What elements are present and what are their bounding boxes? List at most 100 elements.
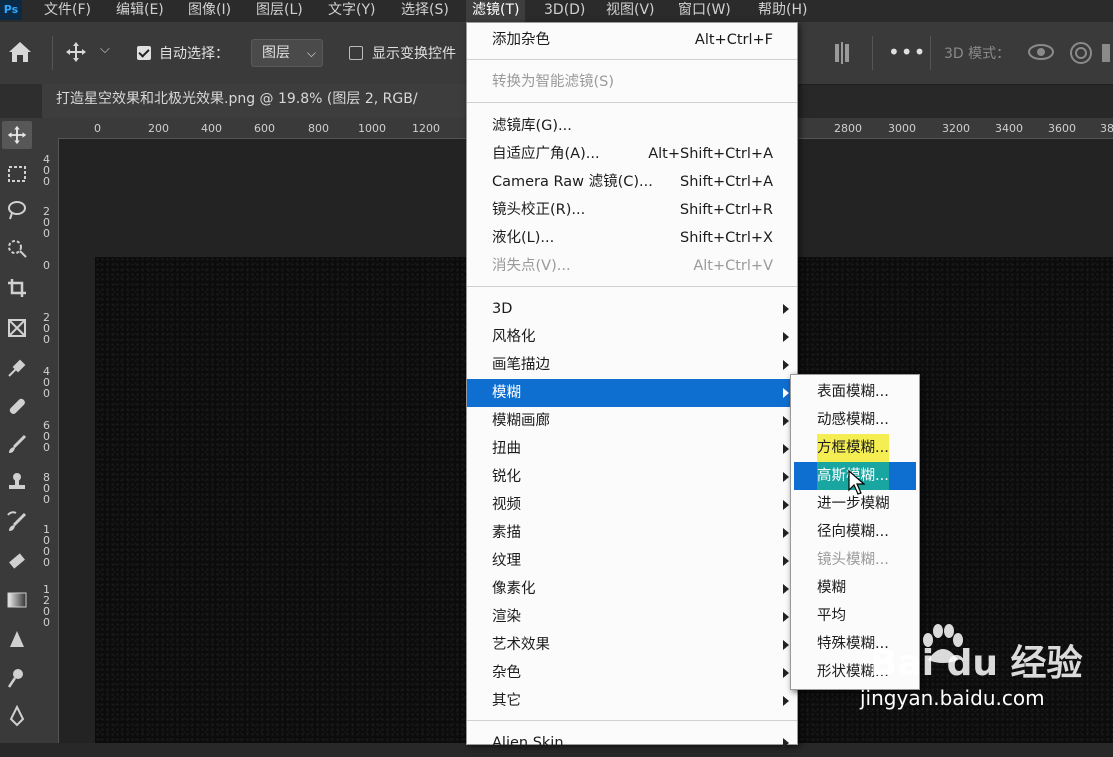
crop-tool-icon[interactable] xyxy=(2,274,32,302)
blur-tool-icon[interactable] xyxy=(2,626,32,654)
brush-tool-icon[interactable] xyxy=(2,430,32,458)
submenu-arrow-icon xyxy=(783,388,789,398)
menu-item-video[interactable]: 视频 xyxy=(467,491,797,519)
healing-brush-tool-icon[interactable] xyxy=(2,392,32,420)
menu-item-label: 模糊画廊 xyxy=(492,413,550,429)
clone-stamp-tool-icon[interactable] xyxy=(2,468,32,496)
menu-item-label: 像素化 xyxy=(492,581,536,597)
dodge-tool-icon[interactable] xyxy=(2,664,32,692)
ruler-tick: 2800 xyxy=(834,122,862,135)
menu-item-shortcut: Shift+Ctrl+A xyxy=(680,174,773,190)
submenu-arrow-icon xyxy=(783,528,789,538)
menu-bar: Ps 文件(F) 编辑(E) 图像(I) 图层(L) 文字(Y) 选择(S) 滤… xyxy=(0,0,1113,22)
ruler-tick: 3600 xyxy=(1048,122,1076,135)
submenu-arrow-icon xyxy=(783,444,789,454)
ruler-tick: 800 xyxy=(308,122,329,135)
chevron-down-icon[interactable]: ⌵ xyxy=(100,42,110,57)
ruler-tick: 3400 xyxy=(995,122,1023,135)
menu-item-label: 添加杂色 xyxy=(492,32,550,48)
menu-item-label: 动感模糊... xyxy=(817,412,889,428)
eraser-tool-icon[interactable] xyxy=(2,548,32,576)
menu-3d[interactable]: 3D(D) xyxy=(538,0,591,22)
move-tool-icon[interactable] xyxy=(64,40,88,68)
menu-separator xyxy=(467,286,797,287)
menu-item-stylize[interactable]: 风格化 xyxy=(467,323,797,351)
submenu-item-box-blur[interactable]: 方框模糊... xyxy=(791,434,919,462)
document-tab[interactable]: 打造星空效果和北极光效果.png @ 19.8% (图层 2, RGB/ xyxy=(42,84,480,118)
orbit-3d-icon[interactable] xyxy=(1026,40,1056,68)
menu-item-distort[interactable]: 扭曲 xyxy=(467,435,797,463)
submenu-item-radial-blur[interactable]: 径向模糊... xyxy=(791,518,919,546)
history-brush-tool-icon[interactable] xyxy=(2,508,32,536)
menu-type[interactable]: 文字(Y) xyxy=(322,0,381,22)
menu-file[interactable]: 文件(F) xyxy=(38,0,97,22)
menu-help[interactable]: 帮助(H) xyxy=(752,0,813,22)
menu-item-adaptive-wide-angle[interactable]: 自适应广角(A)... Alt+Shift+Ctrl+A xyxy=(467,140,797,168)
menu-item-lens-correction[interactable]: 镜头校正(R)... Shift+Ctrl+R xyxy=(467,196,797,224)
menu-item-other[interactable]: 其它 xyxy=(467,687,797,715)
menu-item-label: 方框模糊... xyxy=(817,434,889,462)
ruler-tick: 200 xyxy=(148,122,169,135)
lasso-tool-icon[interactable] xyxy=(2,196,32,224)
menu-item-label: 艺术效果 xyxy=(492,637,550,653)
menu-item-texture[interactable]: 纹理 xyxy=(467,547,797,575)
menu-item-label: 风格化 xyxy=(492,329,536,345)
submenu-item-surface-blur[interactable]: 表面模糊... xyxy=(791,378,919,406)
vertical-ruler: 4 0 0 2 0 0 0 2 0 0 4 0 0 6 0 0 8 0 0 1 … xyxy=(38,138,59,743)
menu-item-artistic[interactable]: 艺术效果 xyxy=(467,631,797,659)
menu-window[interactable]: 窗口(W) xyxy=(672,0,737,22)
submenu-arrow-icon xyxy=(783,668,789,678)
menu-item-render[interactable]: 渲染 xyxy=(467,603,797,631)
menu-image[interactable]: 图像(I) xyxy=(182,0,237,22)
ruler-tick: 1200 xyxy=(412,122,440,135)
show-transform-checkbox[interactable] xyxy=(349,46,363,60)
gradient-tool-icon[interactable] xyxy=(2,586,32,614)
submenu-arrow-icon xyxy=(783,584,789,594)
menu-layer[interactable]: 图层(L) xyxy=(250,0,309,22)
menu-item-liquify[interactable]: 液化(L)... Shift+Ctrl+X xyxy=(467,224,797,252)
menu-item-label: 画笔描边 xyxy=(492,357,550,373)
menu-item-blur-gallery[interactable]: 模糊画廊 xyxy=(467,407,797,435)
menu-item-vanishing-point[interactable]: 消失点(V)... Alt+Ctrl+V xyxy=(467,252,797,280)
menu-item-sharpen[interactable]: 锐化 xyxy=(467,463,797,491)
menu-item-pixelate[interactable]: 像素化 xyxy=(467,575,797,603)
pen-tool-icon[interactable] xyxy=(2,702,32,730)
menu-item-convert-smart-filter[interactable]: 转换为智能滤镜(S) xyxy=(467,68,797,96)
divider xyxy=(872,36,873,70)
pan-3d-icon[interactable] xyxy=(1100,40,1113,70)
layer-select[interactable]: 图层 ⌵ xyxy=(251,39,323,67)
roll-3d-icon[interactable] xyxy=(1068,40,1094,70)
auto-select-checkbox[interactable] xyxy=(137,46,151,60)
menu-item-alien-skin[interactable]: Alien Skin xyxy=(467,729,797,757)
marquee-tool-icon[interactable] xyxy=(2,160,32,188)
menu-item-label: 镜头模糊... xyxy=(817,552,889,568)
baidu-jingyan-watermark: Bai du 经验 jingyan.baidu.com xyxy=(860,620,1110,720)
menu-view[interactable]: 视图(V) xyxy=(600,0,661,22)
menu-item-sketch[interactable]: 素描 xyxy=(467,519,797,547)
menu-item-add-noise[interactable]: 添加杂色 Alt+Ctrl+F xyxy=(467,26,797,54)
quick-selection-tool-icon[interactable] xyxy=(2,234,32,262)
ruler-tick: 6 0 0 xyxy=(43,419,50,454)
menu-item-camera-raw[interactable]: Camera Raw 滤镜(C)... Shift+Ctrl+A xyxy=(467,168,797,196)
tools-panel xyxy=(0,118,39,743)
eyedropper-tool-icon[interactable] xyxy=(2,354,32,382)
menu-item-blur[interactable]: 模糊 xyxy=(467,379,797,407)
menu-item-label: 视频 xyxy=(492,497,521,513)
menu-filter[interactable]: 滤镜(T) xyxy=(466,0,526,22)
submenu-item-blur[interactable]: 模糊 xyxy=(791,574,919,602)
home-icon[interactable] xyxy=(6,40,34,68)
more-options-icon[interactable]: ••• xyxy=(888,40,926,64)
menu-item-label: 模糊 xyxy=(817,580,846,596)
menu-item-noise[interactable]: 杂色 xyxy=(467,659,797,687)
submenu-item-lens-blur[interactable]: 镜头模糊... xyxy=(791,546,919,574)
menu-item-3d[interactable]: 3D xyxy=(467,295,797,323)
menu-edit[interactable]: 编辑(E) xyxy=(110,0,170,22)
menu-item-brush-strokes[interactable]: 画笔描边 xyxy=(467,351,797,379)
submenu-item-motion-blur[interactable]: 动感模糊... xyxy=(791,406,919,434)
menu-item-label: 滤镜库(G)... xyxy=(492,118,572,134)
frame-tool-icon[interactable] xyxy=(2,314,32,342)
menu-select[interactable]: 选择(S) xyxy=(395,0,455,22)
move-tool-icon[interactable] xyxy=(2,121,32,149)
align-icon[interactable] xyxy=(832,40,852,70)
menu-item-filter-gallery[interactable]: 滤镜库(G)... xyxy=(467,112,797,140)
